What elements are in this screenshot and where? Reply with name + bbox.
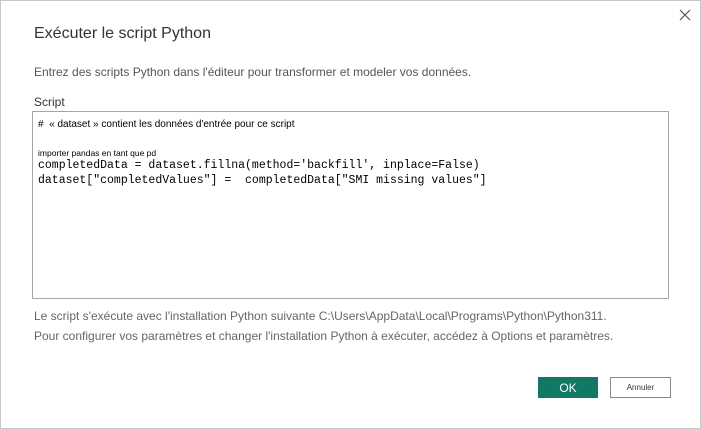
code-line-import: importer pandas en tant que pd — [38, 148, 157, 158]
ok-button[interactable]: OK — [538, 377, 598, 398]
code-line-fillna: completedData = dataset.fillna(method='b… — [38, 159, 480, 172]
script-editor[interactable]: # « dataset » contient les données d'ent… — [32, 111, 669, 299]
close-icon — [679, 9, 691, 21]
dialog-title: Exécuter le script Python — [34, 25, 211, 42]
close-button[interactable] — [675, 5, 695, 25]
run-python-script-dialog: Exécuter le script Python Entrez des scr… — [0, 0, 701, 429]
python-install-info: Le script s'exécute avec l'installation … — [34, 309, 607, 323]
cancel-button[interactable]: Annuler — [610, 377, 671, 398]
code-line-assign: dataset["completedValues"] = completedDa… — [38, 174, 487, 187]
dialog-description: Entrez des scripts Python dans l'éditeur… — [34, 65, 472, 79]
python-options-info: Pour configurer vos paramètres et change… — [34, 329, 614, 343]
script-label: Script — [34, 95, 65, 109]
code-line-comment: # « dataset » contient les données d'ent… — [38, 119, 295, 130]
